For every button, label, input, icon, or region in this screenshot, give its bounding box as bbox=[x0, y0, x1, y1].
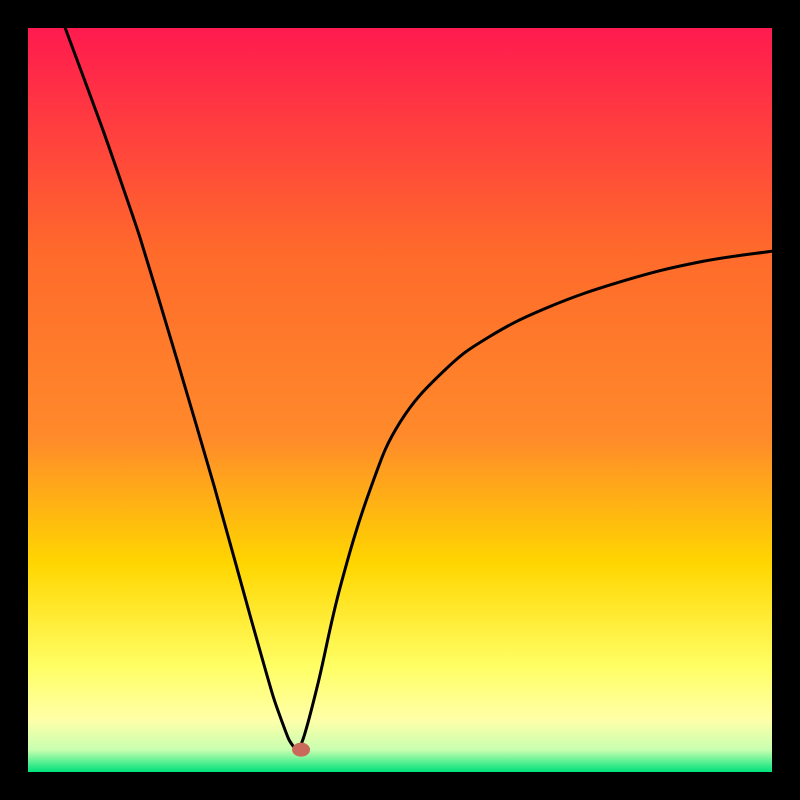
bottleneck-chart bbox=[0, 0, 800, 800]
curve-minimum-marker bbox=[292, 743, 310, 757]
chart-stage: TheBottleneck.com bbox=[0, 0, 800, 800]
chart-plot-area bbox=[28, 28, 772, 772]
